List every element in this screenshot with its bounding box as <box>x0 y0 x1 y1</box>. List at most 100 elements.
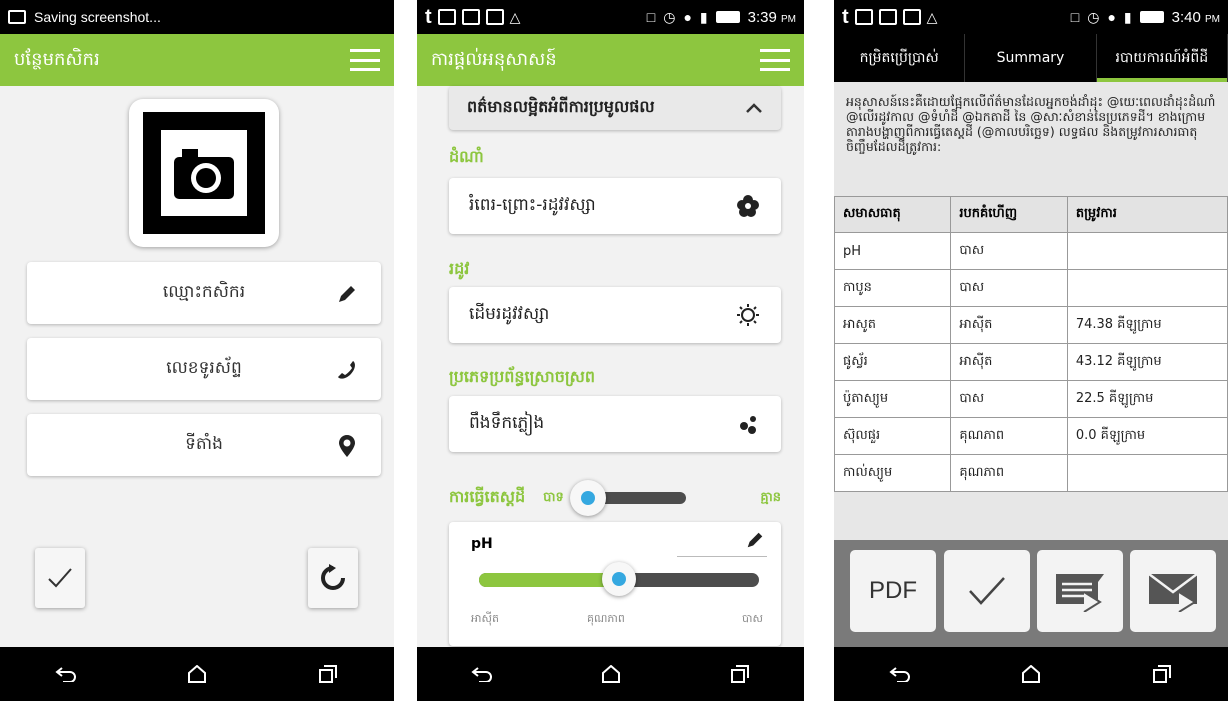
status-bar: t △ □ ◷ ● ▮ 3:39 PM <box>417 0 804 34</box>
recent-apps-icon[interactable] <box>313 662 343 686</box>
table-cell: 74.38 គីឡូក្រាម <box>1066 306 1228 344</box>
season-select[interactable]: ដើមរដូវវស្សា <box>449 287 781 343</box>
table-row: អាសូត អាស៊ីត 74.38 គីឡូក្រាម <box>834 306 1228 344</box>
checkmark-icon <box>48 568 72 588</box>
home-icon[interactable] <box>596 662 626 686</box>
send-sms-button[interactable] <box>1037 550 1123 632</box>
irrigation-value: ពឹងទឹកភ្លៀង <box>469 412 545 433</box>
ph-card: pH អាស៊ីត គុណភាព បាស <box>449 522 781 646</box>
menu-icon[interactable] <box>350 49 380 71</box>
alarm-icon: ◷ <box>1087 8 1100 25</box>
season-section-title: រដូវ <box>449 259 470 278</box>
crop-select[interactable]: រំពេរ-ព្រោះ-រដូវវស្សា <box>449 178 781 234</box>
signal-icon: ▮ <box>699 8 708 25</box>
table-row: កាបូន បាស <box>834 269 1228 307</box>
home-icon[interactable] <box>182 662 212 686</box>
harvest-details-header[interactable]: ពត៌មានលម្អិតអំពីការប្រមូលផល <box>449 86 781 130</box>
screen-soil-report: t △ □ ◷ ● ▮ 3:40 PM កម្រិតប្រើប្រាស់ Sum… <box>834 0 1228 701</box>
irrigation-select[interactable]: ពឹងទឹកភ្លៀង <box>449 396 781 452</box>
screen-recommendation: t △ □ ◷ ● ▮ 3:39 PM ការផ្ដល់អនុសាសន៍ ពត៌… <box>417 0 804 701</box>
app-bar: ការផ្ដល់អនុសាសន៍ <box>417 34 804 86</box>
tab-soil-report[interactable]: របាយការណ៍អំពីដី <box>1096 34 1228 82</box>
column-header: តម្រូវការ <box>1066 196 1228 233</box>
clock: 3:40 PM <box>1171 8 1220 26</box>
pdf-button[interactable]: PDF <box>850 550 936 632</box>
nav-bar <box>0 647 394 701</box>
camera-icon <box>143 112 265 234</box>
pdf-label: PDF <box>869 577 917 604</box>
home-icon[interactable] <box>1016 662 1046 686</box>
soil-test-toggle[interactable] <box>569 480 686 516</box>
page-title: បន្ថែមកសិករ <box>14 48 100 70</box>
farmer-name-field[interactable]: ឈ្មោះកសិករ <box>27 262 381 324</box>
table-cell: បាស <box>950 232 1068 270</box>
confirm-button[interactable] <box>944 550 1030 632</box>
notification-icon: t <box>425 5 432 28</box>
notification-icon: t <box>842 5 849 28</box>
alert-icon: △ <box>509 8 521 25</box>
ph-slider[interactable] <box>479 562 759 596</box>
sms-forward-icon <box>1056 574 1104 612</box>
table-cell: អាស៊ីត <box>950 343 1068 381</box>
flower-icon <box>735 193 761 219</box>
vibrate-icon: □ <box>646 9 656 25</box>
table-cell: pH <box>834 232 952 270</box>
send-email-button[interactable] <box>1130 550 1216 632</box>
soil-test-label: ការធ្វើតេស្តដី <box>449 487 526 506</box>
table-header-row: សមាសធាតុ របកគំហើញ តម្រូវការ <box>834 196 1228 233</box>
phone-icon <box>335 358 359 382</box>
pencil-icon[interactable] <box>745 530 765 554</box>
back-icon[interactable] <box>885 662 915 686</box>
location-pin-icon <box>335 434 359 458</box>
table-cell: ប៉ូតាស្យូម <box>834 380 952 418</box>
wifi-icon: ● <box>1107 9 1116 25</box>
soil-test-row: ការធ្វើតេស្តដី បាទ គ្មាន <box>449 480 781 516</box>
status-bar: Saving screenshot... <box>0 0 394 34</box>
tab-bar: កម្រិតប្រើប្រាស់ Summary របាយការណ៍អំពីដី <box>834 34 1228 82</box>
table-cell: បាស <box>950 380 1068 418</box>
location-field[interactable]: ទីតាំង <box>27 414 381 476</box>
recent-apps-icon[interactable] <box>725 662 755 686</box>
table-cell: គុណភាព <box>950 454 1068 492</box>
action-bar: PDF <box>834 540 1228 647</box>
confirm-button[interactable] <box>35 548 85 608</box>
column-header: សមាសធាតុ <box>834 196 952 233</box>
back-icon[interactable] <box>467 662 497 686</box>
table-cell: 22.5 គីឡូក្រាម <box>1066 380 1228 418</box>
refresh-icon <box>321 564 345 590</box>
menu-icon[interactable] <box>760 49 790 71</box>
alarm-icon: ◷ <box>663 8 676 25</box>
table-row: ផូស្វ័រ អាស៊ីត 43.12 គីឡូក្រាម <box>834 343 1228 381</box>
table-cell: កាបូន <box>834 269 952 307</box>
tab-usage[interactable]: កម្រិតប្រើប្រាស់ <box>834 34 966 82</box>
table-cell: អាសូត <box>834 306 952 344</box>
water-drops-icon <box>735 411 761 437</box>
harvest-details-title: ពត៌មានលម្អិតអំពីការប្រមូលផល <box>467 97 655 116</box>
photo-button[interactable] <box>129 99 279 247</box>
table-cell: បាស <box>950 269 1068 307</box>
table-cell: កាល់ស្យូម <box>834 454 952 492</box>
back-icon[interactable] <box>51 662 81 686</box>
phone-number-field[interactable]: លេខទូរស័ព្ទ <box>27 338 381 400</box>
table-row: pH បាស <box>834 232 1228 270</box>
crop-section-title: ដំណាំ <box>449 147 484 166</box>
table-cell <box>1066 269 1228 307</box>
app-bar: បន្ថែមកសិករ <box>0 34 394 86</box>
table-cell: ស៊ុលផួរ <box>834 417 952 455</box>
recent-apps-icon[interactable] <box>1147 662 1177 686</box>
reset-button[interactable] <box>308 548 358 608</box>
season-value: ដើមរដូវវស្សា <box>469 303 550 324</box>
ph-max-label: បាស <box>742 612 763 625</box>
farmer-name-label: ឈ្មោះកសិករ <box>162 281 246 302</box>
mail-icon <box>461 9 480 25</box>
location-label: ទីតាំង <box>185 433 223 454</box>
tab-summary[interactable]: Summary <box>965 34 1097 82</box>
soil-test-yes-label: បាទ <box>543 489 564 505</box>
pencil-icon <box>335 282 359 306</box>
table-row: ស៊ុលផួរ គុណភាព 0.0 គីឡូក្រាម <box>834 417 1228 455</box>
battery-icon <box>715 11 740 23</box>
status-text: Saving screenshot... <box>34 9 161 25</box>
table-cell: ផូស្វ័រ <box>834 343 952 381</box>
soil-test-no-label: គ្មាន <box>760 489 781 505</box>
image-icon <box>437 9 456 25</box>
